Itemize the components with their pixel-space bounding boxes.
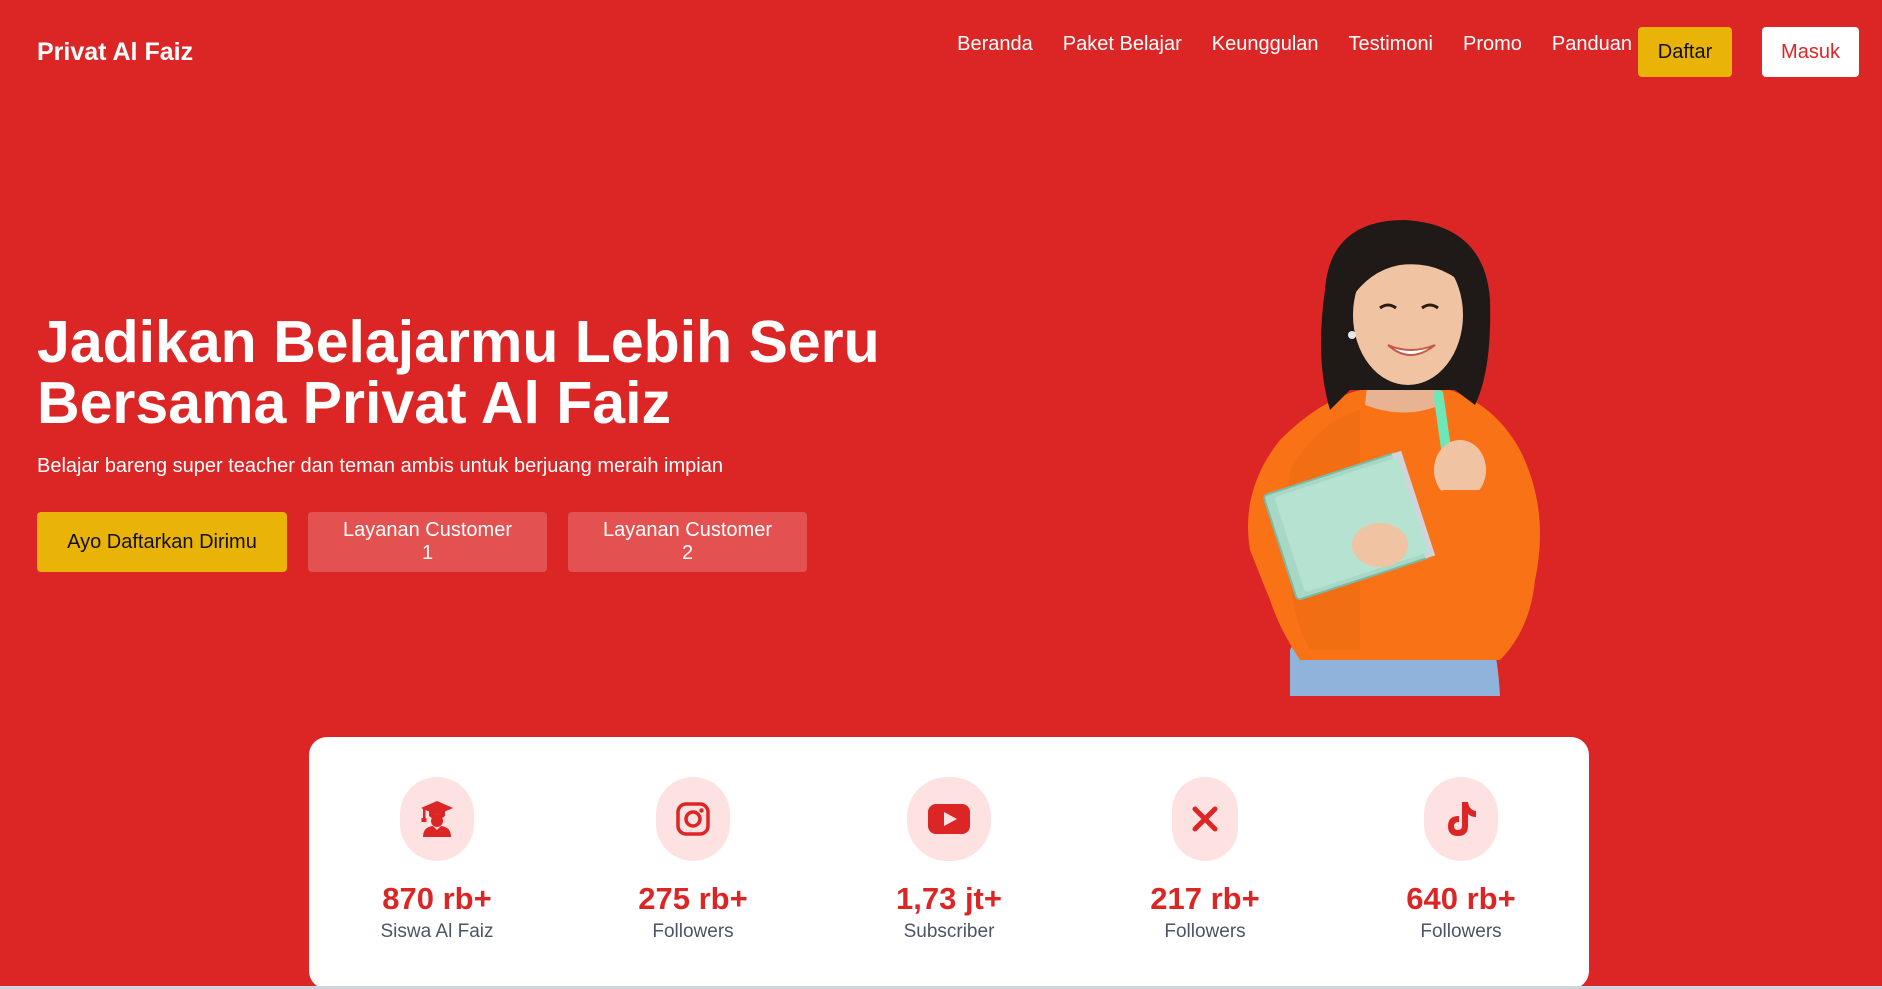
stat-value: 640 rb+: [1406, 881, 1516, 916]
navbar: Privat Al Faiz Beranda Paket Belajar Keu…: [0, 0, 1882, 106]
brand-logo-text[interactable]: Privat Al Faiz: [37, 38, 193, 67]
nav-link-promo[interactable]: Promo: [1463, 30, 1522, 58]
x-icon: [1192, 806, 1218, 832]
nav-link-panduan[interactable]: Panduan: [1552, 30, 1632, 58]
hero-title: Jadikan Belajarmu Lebih Seru Bersama Pri…: [37, 312, 937, 434]
youtube-icon: [928, 804, 970, 834]
stat-youtube[interactable]: 1,73 jt+ Subscriber: [849, 777, 1049, 943]
nav-link-beranda[interactable]: Beranda: [957, 30, 1033, 58]
hero-subtitle: Belajar bareng super teacher dan teman a…: [37, 455, 723, 477]
stat-icon-background: [1172, 777, 1238, 861]
stat-label: Siswa Al Faiz: [380, 921, 494, 942]
stat-value: 275 rb+: [638, 881, 748, 916]
stat-instagram[interactable]: 275 rb+ Followers: [593, 777, 793, 943]
hero-actions: Ayo Daftarkan Dirimu Layanan Customer 1 …: [37, 512, 807, 572]
stat-students: 870 rb+ Siswa Al Faiz: [337, 777, 537, 943]
stat-icon-background: [1424, 777, 1498, 861]
stat-value: 1,73 jt+: [896, 881, 1002, 916]
hero-student-image: [1248, 220, 1540, 696]
customer-service-1-button[interactable]: Layanan Customer 1: [308, 512, 547, 572]
stat-icon-background: [907, 777, 991, 861]
stat-x[interactable]: 217 rb+ Followers: [1105, 777, 1305, 943]
stat-label: Followers: [652, 921, 734, 942]
stat-icon-background: [400, 777, 474, 861]
nav-link-paket-belajar[interactable]: Paket Belajar: [1063, 30, 1182, 58]
register-cta-button[interactable]: Ayo Daftarkan Dirimu: [37, 512, 287, 572]
hero-title-line1: Jadikan Belajarmu Lebih Seru: [37, 309, 880, 375]
stat-value: 870 rb+: [382, 881, 492, 916]
stat-icon-background: [656, 777, 730, 861]
stat-label: Subscriber: [903, 921, 995, 942]
stat-label: Followers: [1164, 921, 1246, 942]
daftar-button[interactable]: Daftar: [1638, 27, 1732, 77]
nav-link-keunggulan[interactable]: Keunggulan: [1212, 30, 1319, 58]
hero-title-line2: Bersama Privat Al Faiz: [37, 370, 671, 436]
stat-tiktok[interactable]: 640 rb+ Followers: [1361, 777, 1561, 943]
stats-card: 870 rb+ Siswa Al Faiz 275 rb+ Followers …: [309, 737, 1589, 989]
stat-label: Followers: [1420, 921, 1502, 942]
nav-link-testimoni[interactable]: Testimoni: [1349, 30, 1433, 58]
customer-service-2-button[interactable]: Layanan Customer 2: [568, 512, 807, 572]
instagram-icon: [676, 802, 710, 836]
tiktok-icon: [1448, 802, 1476, 836]
stat-value: 217 rb+: [1150, 881, 1260, 916]
nav-links: Beranda Paket Belajar Keunggulan Testimo…: [957, 30, 1632, 58]
masuk-button[interactable]: Masuk: [1762, 27, 1859, 77]
graduate-icon: [421, 801, 453, 837]
